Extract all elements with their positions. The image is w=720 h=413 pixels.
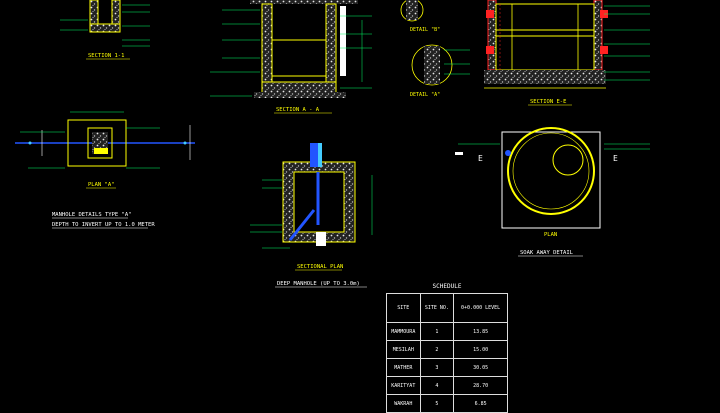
table-row: WAKRAH 5 6.85: [386, 394, 508, 413]
table-row: MATHER 3 30.05: [386, 358, 508, 377]
section-aa-label: SECTION A - A: [276, 107, 320, 113]
schedule-table: SITE SITE NO. 0+0.000 LEVEL MAMMOURA 1 1…: [386, 293, 508, 413]
schedule-cell: 28.70: [453, 376, 508, 395]
section-ee-label: SECTION E-E: [530, 99, 566, 105]
section-ee-drawing: [484, 0, 650, 89]
svg-text:E: E: [613, 154, 618, 163]
table-row: KARITYAT 4 28.70: [386, 376, 508, 395]
schedule-cell: 15.00: [453, 340, 508, 359]
detail-a-label: DETAIL "A": [410, 92, 440, 98]
table-row: MESILAH 2 15.00: [386, 340, 508, 359]
detail-b-label: DETAIL "B": [410, 27, 440, 33]
manhole-details-subtitle: DEPTH TO INVERT UP TO 1.0 METER: [52, 222, 155, 228]
detail-a-drawing: [411, 44, 470, 86]
schedule-cell: MAMMOURA: [386, 322, 421, 341]
schedule-header-site: SITE: [386, 293, 421, 323]
section-1-1-drawing: [60, 0, 150, 47]
schedule-cell: KARITYAT: [386, 376, 421, 395]
schedule-cell: 30.05: [453, 358, 508, 377]
svg-text:E: E: [478, 154, 483, 163]
sectional-plan-label: SECTIONAL PLAN: [297, 264, 343, 270]
schedule-cell: MATHER: [386, 358, 421, 377]
schedule-cell: 5: [419, 394, 455, 413]
manhole-details-title: MANHOLE DETAILS TYPE "A": [52, 212, 131, 218]
schedule-cell: 2: [419, 340, 455, 359]
schedule-header-site-no: SITE NO.: [419, 293, 455, 323]
schedule-title: SCHEDULE: [432, 283, 462, 290]
plan-a-drawing: [15, 111, 195, 169]
schedule-header-row: SITE SITE NO. 0+0.000 LEVEL: [386, 293, 508, 323]
plan-a-label: PLAN "A": [88, 182, 115, 188]
section-1-label: SECTION 1-1: [88, 53, 124, 59]
deep-manhole-label: DEEP MANHOLE (UP TO 3.0m): [277, 281, 360, 287]
sectional-plan-drawing: [250, 143, 373, 249]
schedule-cell: 13.85: [453, 322, 508, 341]
table-row: MAMMOURA 1 13.85: [386, 322, 508, 341]
schedule-cell: MESILAH: [386, 340, 421, 359]
schedule-cell: WAKRAH: [386, 394, 421, 413]
schedule-cell: 6.85: [453, 394, 508, 413]
soakaway-plan-label: PLAN: [544, 232, 557, 238]
schedule-cell: 4: [419, 376, 455, 395]
soakaway-detail-label: SOAK AWAY DETAIL: [520, 250, 574, 256]
detail-b-drawing: [400, 0, 424, 22]
section-aa-drawing: [210, 0, 372, 98]
schedule-cell: 3: [419, 358, 455, 377]
schedule-header-level: 0+0.000 LEVEL: [453, 293, 508, 323]
cad-drawing-canvas: SECTION 1-1 SECTION A - A DETAIL "B" DET…: [15, 0, 650, 288]
schedule-cell: 1: [419, 322, 455, 341]
soakaway-plan-drawing: E E: [455, 127, 650, 229]
